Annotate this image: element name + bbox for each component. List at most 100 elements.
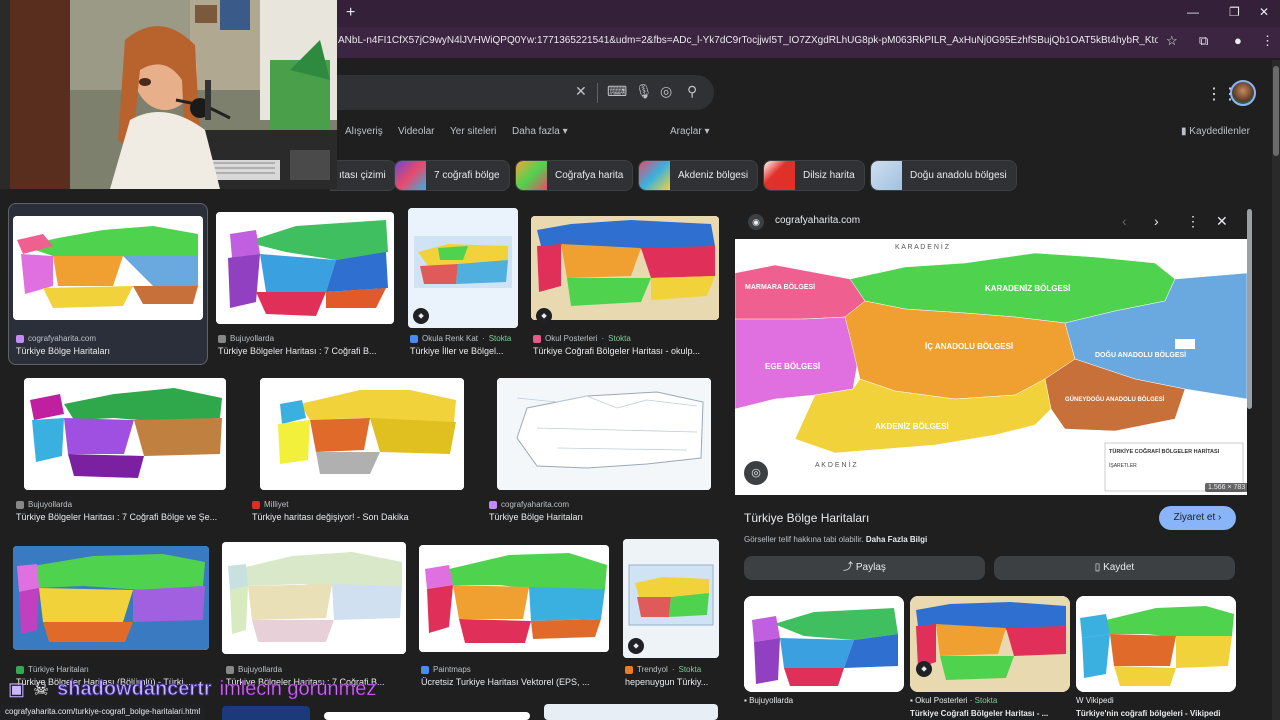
- tools-button[interactable]: Araçlar ▾: [670, 126, 710, 137]
- more-options-icon[interactable]: ⋮: [1186, 213, 1200, 230]
- tab-more[interactable]: Daha fazla ▾: [512, 126, 568, 137]
- tab-videos[interactable]: Videolar: [398, 126, 435, 137]
- result-thumbnail[interactable]: [419, 545, 609, 652]
- favicon: ▪: [744, 696, 747, 705]
- plus-icon[interactable]: +: [346, 4, 355, 22]
- favicon: [252, 500, 260, 509]
- related-thumbnail[interactable]: [744, 596, 904, 692]
- chip-related-5[interactable]: Doğu anadolu bölgesi: [870, 160, 1017, 191]
- chip-related-0[interactable]: ıtası çizimi: [330, 160, 396, 191]
- close-icon[interactable]: ✕: [1259, 5, 1269, 19]
- menu-icon[interactable]: ⋮: [1261, 33, 1274, 49]
- related-title[interactable]: Türkiye'nin coğrafi bölgeleri - Vikipedi: [1076, 709, 1236, 718]
- close-icon[interactable]: ✕: [575, 83, 587, 100]
- avatar[interactable]: [1230, 80, 1256, 106]
- tab-shopping[interactable]: Alışveriş: [345, 126, 383, 137]
- visit-label: Ziyaret et: [1173, 512, 1216, 523]
- result-title[interactable]: Ücretsiz Turkiye Haritası Vektorel (EPS,…: [421, 677, 607, 687]
- copyright-text: Görseller telif hakkına tabi olabilir.: [744, 535, 864, 544]
- close-icon[interactable]: ✕: [1216, 213, 1228, 230]
- favicon: [533, 334, 541, 343]
- chip-related-3[interactable]: Akdeniz bölgesi: [638, 160, 759, 191]
- result-source: Okul Posterleri · Stokta: [533, 334, 631, 343]
- chevron-left-icon[interactable]: ‹: [1122, 213, 1127, 229]
- minimize-icon[interactable]: —: [1187, 5, 1199, 19]
- result-title[interactable]: hepenuygun Türkiy...: [625, 677, 719, 687]
- share-label: Paylaş: [855, 562, 886, 573]
- result-thumbnail[interactable]: [544, 704, 718, 720]
- result-thumbnail[interactable]: [531, 216, 719, 320]
- lens-icon[interactable]: ◎: [660, 83, 672, 100]
- chat-username: shadowdancertr: [57, 678, 212, 701]
- chip-related-1[interactable]: 7 coğrafi bölge: [394, 160, 510, 191]
- result-source-name: cografyaharita.com: [501, 500, 570, 509]
- turkey-map-image: [744, 596, 904, 692]
- preview-image[interactable]: K A R A D E N İ Z A K D E N İ Z MARMARA …: [735, 239, 1247, 495]
- preview-domain[interactable]: cografyaharita.com: [775, 215, 860, 226]
- preview-title[interactable]: Türkiye Bölge Haritaları: [744, 511, 869, 525]
- result-thumbnail[interactable]: [222, 706, 310, 720]
- related-thumbnail[interactable]: [910, 596, 1070, 692]
- result-title[interactable]: Türkiye Bölge Haritaları: [16, 346, 204, 356]
- favicon: [16, 500, 24, 509]
- mic-icon[interactable]: 🎙: [635, 83, 653, 100]
- chip-related-2[interactable]: Coğrafya harita: [515, 160, 634, 191]
- map-region-label: MARMARA BÖLGESİ: [745, 282, 815, 291]
- result-thumbnail[interactable]: [13, 216, 203, 320]
- keyboard-icon[interactable]: ⌨: [607, 83, 627, 100]
- visit-button[interactable]: Ziyaret et ›: [1159, 506, 1236, 530]
- result-source: cografyaharita.com: [16, 334, 96, 343]
- result-source-name: Bujuyollarda: [28, 500, 73, 509]
- save-button[interactable]: ▯ Kaydet: [994, 556, 1235, 580]
- profile-icon[interactable]: ●: [1234, 33, 1242, 48]
- more-info-link[interactable]: Daha Fazla Bilgi: [866, 535, 927, 544]
- restore-icon[interactable]: ❐: [1229, 5, 1240, 19]
- result-thumbnail[interactable]: [222, 542, 406, 654]
- search-input[interactable]: ✕ ⌨ 🎙 ◎ ⚲: [330, 75, 714, 110]
- result-thumbnail[interactable]: [260, 378, 464, 490]
- related-source: W Vikipedi: [1076, 696, 1114, 705]
- saved-button[interactable]: ▮ Kaydedilenler: [1181, 126, 1250, 137]
- result-thumbnail[interactable]: [324, 712, 530, 720]
- map-label-south: A K D E N İ Z: [815, 460, 857, 469]
- search-icon[interactable]: ⚲: [687, 83, 697, 100]
- result-title[interactable]: Türkiye İller ve Bölgel...: [410, 346, 518, 356]
- chevron-right-icon[interactable]: ›: [1154, 213, 1159, 229]
- related-title[interactable]: Türkiye Coğrafi Bölgeler Haritası - ...: [910, 709, 1070, 718]
- extensions-icon[interactable]: ⧉: [1199, 33, 1208, 49]
- result-thumbnail[interactable]: [216, 212, 394, 324]
- related-source: ▪ Bujuyollarda: [744, 696, 793, 705]
- chip-label: Akdeniz bölgesi: [678, 170, 749, 181]
- page-scrollbar[interactable]: [1272, 60, 1280, 720]
- result-title[interactable]: Türkiye haritası değişiyor! - Son Dakika: [252, 512, 472, 522]
- chip-thumbnail: [516, 161, 547, 190]
- chat-message: imlecin görünmez: [219, 678, 377, 701]
- result-thumbnail[interactable]: [497, 378, 711, 490]
- result-title[interactable]: Türkiye Bölgeler Haritası : 7 Coğrafi Bö…: [16, 512, 234, 522]
- map-region-label: EGE BÖLGESİ: [765, 362, 820, 371]
- result-thumbnail[interactable]: [13, 546, 209, 650]
- turkey-map-image: [419, 545, 609, 652]
- result-title[interactable]: Türkiye Bölgeler Haritası : 7 Coğrafi B.…: [218, 346, 394, 356]
- turkey-map-image: [910, 596, 1070, 692]
- map-legend-subtitle: İŞARETLER: [1109, 462, 1137, 469]
- chip-related-4[interactable]: Dilsiz harita: [763, 160, 865, 191]
- map-label-north: K A R A D E N İ Z: [895, 242, 950, 251]
- tab-places[interactable]: Yer siteleri: [450, 126, 496, 137]
- panel-scrollbar[interactable]: [1247, 209, 1252, 409]
- tools-label: Araçlar: [670, 126, 702, 137]
- chip-label: 7 coğrafi bölge: [434, 170, 500, 181]
- favicon: [218, 334, 226, 343]
- star-icon[interactable]: ☆: [1166, 33, 1178, 49]
- turkey-map-image: [216, 212, 394, 324]
- turkey-map-image: [260, 378, 464, 490]
- related-thumbnail[interactable]: [1076, 596, 1236, 692]
- url-text[interactable]: ANbL-n4FI1CfX57jC9wyN4lJVHWiQPQ0Yw:17713…: [338, 35, 1158, 46]
- result-title[interactable]: Türkiye Bölge Haritaları: [489, 512, 709, 522]
- result-title[interactable]: Türkiye Coğrafi Bölgeler Haritası - okul…: [533, 346, 719, 356]
- page-scrollbar-thumb[interactable]: [1273, 66, 1279, 156]
- result-thumbnail[interactable]: [24, 378, 226, 490]
- lens-icon[interactable]: ◎: [744, 461, 768, 485]
- turkey-map-image: [24, 378, 226, 490]
- share-button[interactable]: ⤴ Paylaş: [744, 556, 985, 580]
